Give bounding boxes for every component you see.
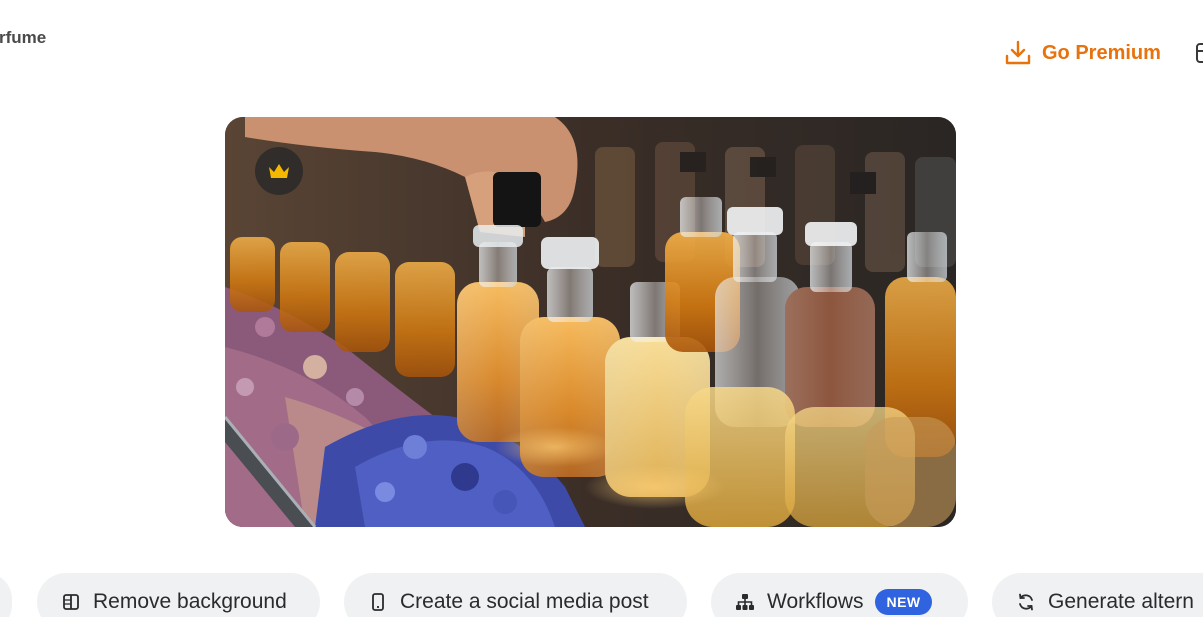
go-premium-label: Go Premium (1042, 41, 1161, 64)
page: rfume Go Premium Remove background Creat… (0, 0, 1203, 617)
go-premium-button[interactable]: Go Premium (1004, 39, 1161, 67)
create-social-post-label: Create a social media post (400, 590, 649, 613)
action-chip-partial[interactable] (0, 573, 12, 617)
remove-background-button[interactable]: Remove background (37, 573, 320, 617)
generate-alternatives-label: Generate altern (1048, 590, 1194, 613)
workflows-label: Workflows (767, 590, 864, 613)
download-icon (1005, 40, 1031, 65)
panel-icon[interactable] (1195, 42, 1203, 64)
generate-alternatives-button[interactable]: Generate altern (992, 573, 1203, 617)
remove-background-label: Remove background (93, 590, 287, 613)
workflow-icon (736, 594, 754, 610)
page-title: rfume (0, 28, 47, 47)
create-social-post-button[interactable]: Create a social media post (344, 573, 687, 617)
remove-background-icon (63, 594, 79, 610)
new-badge: NEW (875, 589, 932, 615)
phone-icon (372, 593, 384, 611)
crown-icon (269, 164, 289, 178)
hero-image[interactable] (225, 117, 956, 527)
premium-badge (255, 147, 303, 195)
refresh-icon (1019, 593, 1033, 611)
workflows-button[interactable]: Workflows NEW (711, 573, 968, 617)
perfume-bottles-photo (225, 117, 956, 527)
